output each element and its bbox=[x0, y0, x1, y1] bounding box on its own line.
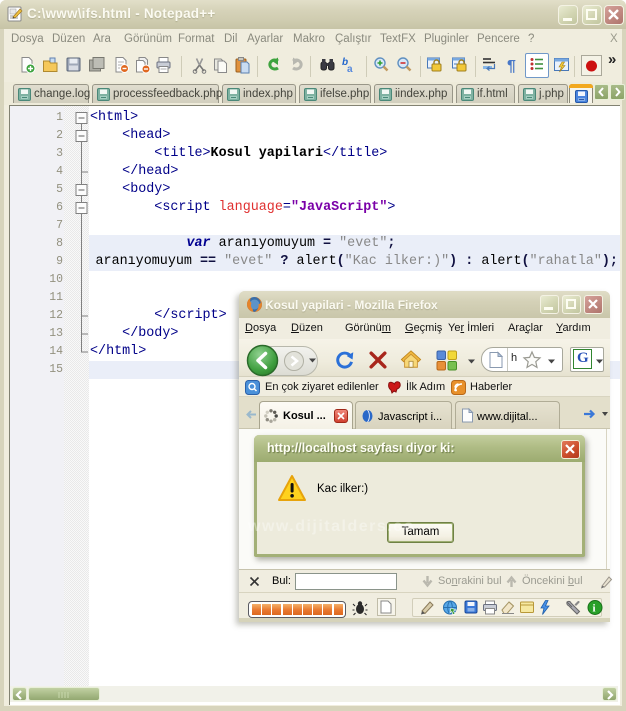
svg-text:¶: ¶ bbox=[507, 58, 516, 75]
svg-text:i: i bbox=[593, 603, 596, 615]
svg-text:a: a bbox=[347, 64, 353, 75]
